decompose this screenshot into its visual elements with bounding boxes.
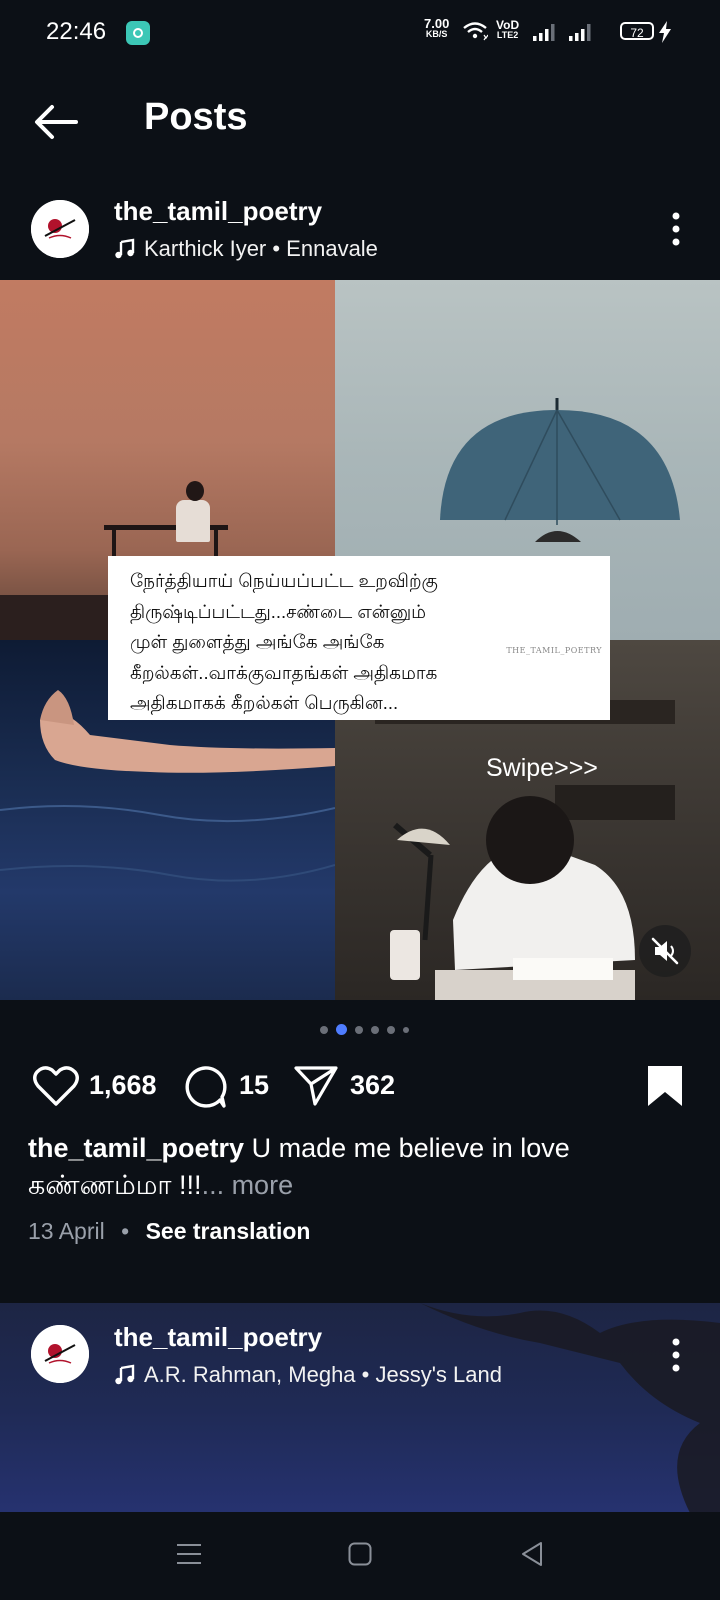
wifi-icon (463, 22, 488, 41)
carousel-dot (371, 1025, 379, 1034)
tree-silhouette (420, 1303, 720, 1513)
post-caption[interactable]: the_tamil_poetry U made me believe in lo… (28, 1130, 668, 1204)
carousel-dot (387, 1025, 395, 1034)
carousel-dot (320, 1025, 328, 1034)
avatar-logo (31, 200, 89, 258)
caption-more-link[interactable]: ... more (202, 1170, 294, 1200)
volte-top: VoD (496, 18, 520, 32)
signal-icon-1 (533, 24, 555, 41)
carousel-dot (355, 1025, 363, 1034)
quote-line-1: நேர்த்தியாய் நெய்யப்பட்ட உறவிற்கு (130, 570, 438, 591)
quote-text-box: நேர்த்தியாய் நெய்யப்பட்ட உறவிற்கு திருஷ்… (108, 556, 610, 720)
post-date: 13 April (28, 1218, 105, 1244)
music-note-icon (115, 238, 135, 259)
caption-text-line2: கண்ணம்மா !!! (28, 1170, 202, 1200)
network-speed-value: 7.00 (424, 16, 450, 31)
home-icon[interactable] (348, 1542, 372, 1566)
share-count[interactable]: 362 (350, 1070, 395, 1101)
status-time: 22:46 (46, 18, 107, 45)
music-note-icon (115, 1364, 135, 1385)
post2-music-info[interactable]: A.R. Rahman, Megha • Jessy's Land (114, 1362, 502, 1388)
carousel-dot (403, 1026, 409, 1033)
back-arrow-icon[interactable] (34, 104, 78, 140)
watermark: THE_TAMIL_POETRY (506, 646, 602, 655)
battery-icon: 72 (620, 22, 654, 40)
post2-more-options-icon[interactable] (671, 1338, 681, 1372)
network-speed: 7.00 KB/S (424, 16, 450, 40)
mute-button[interactable] (639, 925, 691, 977)
caption-username[interactable]: the_tamil_poetry (28, 1133, 244, 1163)
post-meta: 13 April • See translation (28, 1218, 310, 1245)
quote-line-5: அதிகமாகக் கீறல்கள் பெருகின... (130, 692, 399, 713)
avatar-logo (31, 1325, 89, 1383)
carousel-indicator (320, 1024, 409, 1035)
like-heart-icon[interactable] (32, 1064, 80, 1108)
more-options-icon[interactable] (671, 212, 681, 246)
comment-count[interactable]: 15 (239, 1070, 269, 1101)
music-info[interactable]: Karthick Iyer • Ennavale (114, 236, 378, 262)
system-nav-bar (0, 1512, 720, 1600)
recent-apps-icon[interactable] (176, 1542, 202, 1566)
music-text: Karthick Iyer • Ennavale (144, 236, 378, 261)
app-notification-icon (126, 21, 150, 45)
volte-bottom: LTE2 (496, 30, 519, 40)
caption-text: U made me believe in love (244, 1133, 570, 1163)
volte-indicator: VoD LTE2 (496, 18, 520, 40)
page-title: Posts (144, 96, 248, 138)
like-count[interactable]: 1,668 (89, 1070, 157, 1101)
next-post-preview[interactable] (0, 1303, 720, 1513)
post2-music-text: A.R. Rahman, Megha • Jessy's Land (144, 1362, 502, 1387)
avatar-post2[interactable] (31, 1325, 89, 1383)
swipe-hint: Swipe>>> (486, 754, 598, 782)
charging-icon (659, 21, 671, 43)
share-send-icon[interactable] (293, 1064, 339, 1108)
meta-separator: • (121, 1218, 130, 1244)
avatar[interactable] (31, 200, 89, 258)
carousel-dot-active (336, 1024, 347, 1035)
speaker-muted-icon (651, 937, 679, 965)
post2-username[interactable]: the_tamil_poetry (114, 1322, 322, 1353)
quote-line-2: திருஷ்டிப்பட்டது...சண்டை என்னும் (130, 600, 427, 622)
network-speed-unit: KB/S (425, 29, 448, 39)
bookmark-icon[interactable] (646, 1064, 684, 1108)
signal-icon-2 (569, 24, 591, 41)
post-username[interactable]: the_tamil_poetry (114, 196, 322, 227)
comment-icon[interactable] (182, 1064, 228, 1110)
see-translation-link[interactable]: See translation (146, 1218, 311, 1244)
back-nav-icon[interactable] (520, 1541, 544, 1567)
